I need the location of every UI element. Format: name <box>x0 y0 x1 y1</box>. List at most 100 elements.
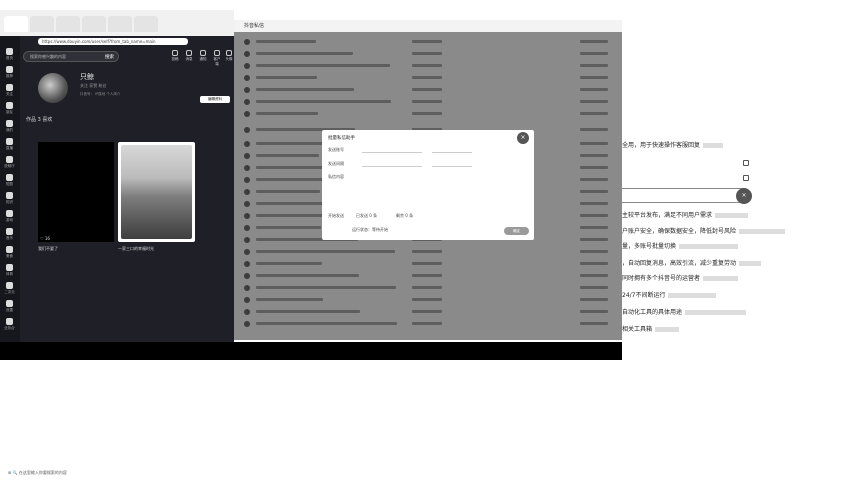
browser-tab[interactable] <box>134 16 158 32</box>
topbar-item[interactable]: 通知 <box>198 50 208 62</box>
video-likes: ♡ 16 <box>40 236 50 241</box>
browser-tab[interactable] <box>108 16 132 32</box>
notes-line: ，自动回复消息，高效引流，减少重复劳动 <box>622 258 762 267</box>
topbar-item-label: 客户端 <box>213 57 221 66</box>
profile-tabs[interactable]: 作品 3 喜欢 <box>26 116 52 123</box>
search-placeholder: 搜索你感兴趣的内容 <box>30 54 66 59</box>
list-row-avatar <box>244 87 250 93</box>
list-row[interactable] <box>256 274 359 277</box>
profile-avatar[interactable] <box>38 73 68 103</box>
list-row-meta <box>580 238 608 241</box>
edit-profile-button[interactable]: 编辑资料 <box>200 96 230 103</box>
sidebar-item[interactable]: 知识 <box>4 192 15 212</box>
dialog-field-label: 发送账号 <box>328 147 344 152</box>
sidebar-item[interactable]: 推荐 <box>4 66 15 86</box>
sidebar-item-label: 我的 <box>6 128 13 132</box>
list-row[interactable] <box>256 310 360 313</box>
list-row[interactable] <box>256 298 323 301</box>
list-row-avatar <box>244 165 250 171</box>
sidebar-item[interactable]: 放映厅 <box>4 156 15 176</box>
browser-tab[interactable] <box>4 16 28 32</box>
dialog-title: 批量私信助手 <box>328 136 355 141</box>
dialog-field-input[interactable] <box>432 152 472 153</box>
list-row[interactable] <box>256 100 391 103</box>
list-row-meta <box>580 190 608 193</box>
sidebar-item[interactable]: 二次元 <box>4 282 15 302</box>
notes-line-text: 自动化工具的具体用途 <box>622 309 683 316</box>
sidebar-item-label: 游戏 <box>6 218 13 222</box>
sidebar-item[interactable]: 设置 <box>4 300 15 320</box>
sidebar-item[interactable]: 音乐 <box>4 228 15 248</box>
copy-icon[interactable] <box>743 175 749 181</box>
browser-tab[interactable] <box>82 16 106 32</box>
redacted-text <box>715 213 749 218</box>
list-row-avatar <box>244 237 250 243</box>
list-row-meta <box>412 52 442 55</box>
sidebar-item[interactable]: 关注 <box>4 84 15 104</box>
sidebar-item[interactable]: 我的 <box>4 120 15 140</box>
sidebar-item-label: 业务合作 <box>4 326 15 330</box>
dialog-confirm-button[interactable]: 确定 <box>504 227 529 235</box>
search-input[interactable]: 搜索你感兴趣的内容 搜索 <box>23 51 119 62</box>
me-icon <box>6 120 13 127</box>
list-row[interactable] <box>256 112 318 115</box>
list-row-avatar <box>244 141 250 147</box>
sidebar-item[interactable]: 朋友 <box>4 102 15 122</box>
list-row-meta <box>412 88 442 91</box>
topbar-item[interactable]: 消息 <box>184 50 194 62</box>
browser-tab[interactable] <box>56 16 80 32</box>
list-row-meta <box>412 262 442 265</box>
sidebar-item-label: 首页 <box>6 56 13 60</box>
sidebar-item[interactable]: 业务合作 <box>4 318 15 338</box>
list-row[interactable] <box>256 40 316 43</box>
list-row-avatar <box>244 321 250 327</box>
browser-tab[interactable] <box>30 16 54 32</box>
sidebar-item[interactable]: 首页 <box>4 48 15 68</box>
topbar-item[interactable]: 头像 <box>224 50 234 62</box>
video-card[interactable] <box>118 142 195 242</box>
dialog-field-input[interactable] <box>362 152 422 153</box>
dialog-field-input[interactable] <box>432 166 472 167</box>
sidebar-item-label: 直播 <box>6 146 13 150</box>
sidebar-item[interactable]: 短剧 <box>4 174 15 194</box>
list-row-avatar <box>244 39 250 45</box>
copy-icon[interactable] <box>743 160 749 166</box>
notes-input[interactable] <box>622 188 746 203</box>
topbar-item[interactable]: 投稿 <box>170 50 180 62</box>
list-row-avatar <box>244 273 250 279</box>
list-row[interactable] <box>256 154 319 157</box>
notes-line-text: 量，多账号批量切换 <box>622 243 677 250</box>
sidebar-item-label: 设置 <box>6 308 13 312</box>
sidebar-item[interactable]: 游戏 <box>4 210 15 230</box>
sidebar-item[interactable]: 体育 <box>4 264 15 284</box>
list-row-meta <box>412 40 442 43</box>
list-row[interactable] <box>256 88 354 91</box>
list-row-meta <box>580 64 608 67</box>
redacted-text <box>679 244 739 249</box>
list-row-meta <box>580 226 608 229</box>
topbar-item[interactable]: 客户端 <box>212 50 222 67</box>
list-row-meta <box>580 52 608 55</box>
sidebar-item[interactable]: 直播 <box>4 138 15 158</box>
list-row[interactable] <box>256 286 396 289</box>
music-icon <box>6 228 13 235</box>
dialog-close-icon[interactable]: × <box>517 132 529 144</box>
list-row[interactable] <box>256 190 320 193</box>
list-row[interactable] <box>256 226 321 229</box>
dialog-field-input[interactable] <box>362 166 422 167</box>
search-button[interactable]: 搜索 <box>105 54 114 60</box>
video-card[interactable] <box>38 142 114 242</box>
sidebar-item[interactable]: 美食 <box>4 246 15 266</box>
taskbar-search[interactable]: ⊞ 🔍 在这里输入你要搜索的内容 <box>8 470 67 476</box>
list-row[interactable] <box>256 52 353 55</box>
topbar-item-label: 投稿 <box>171 57 179 61</box>
list-row[interactable] <box>256 250 395 253</box>
list-row-avatar <box>244 285 250 291</box>
close-icon[interactable]: × <box>736 188 752 204</box>
list-row-meta <box>580 322 608 325</box>
list-row[interactable] <box>256 262 322 265</box>
list-row[interactable] <box>256 64 390 67</box>
list-row[interactable] <box>256 322 397 325</box>
list-row[interactable] <box>256 76 317 79</box>
list-row-avatar <box>244 153 250 159</box>
